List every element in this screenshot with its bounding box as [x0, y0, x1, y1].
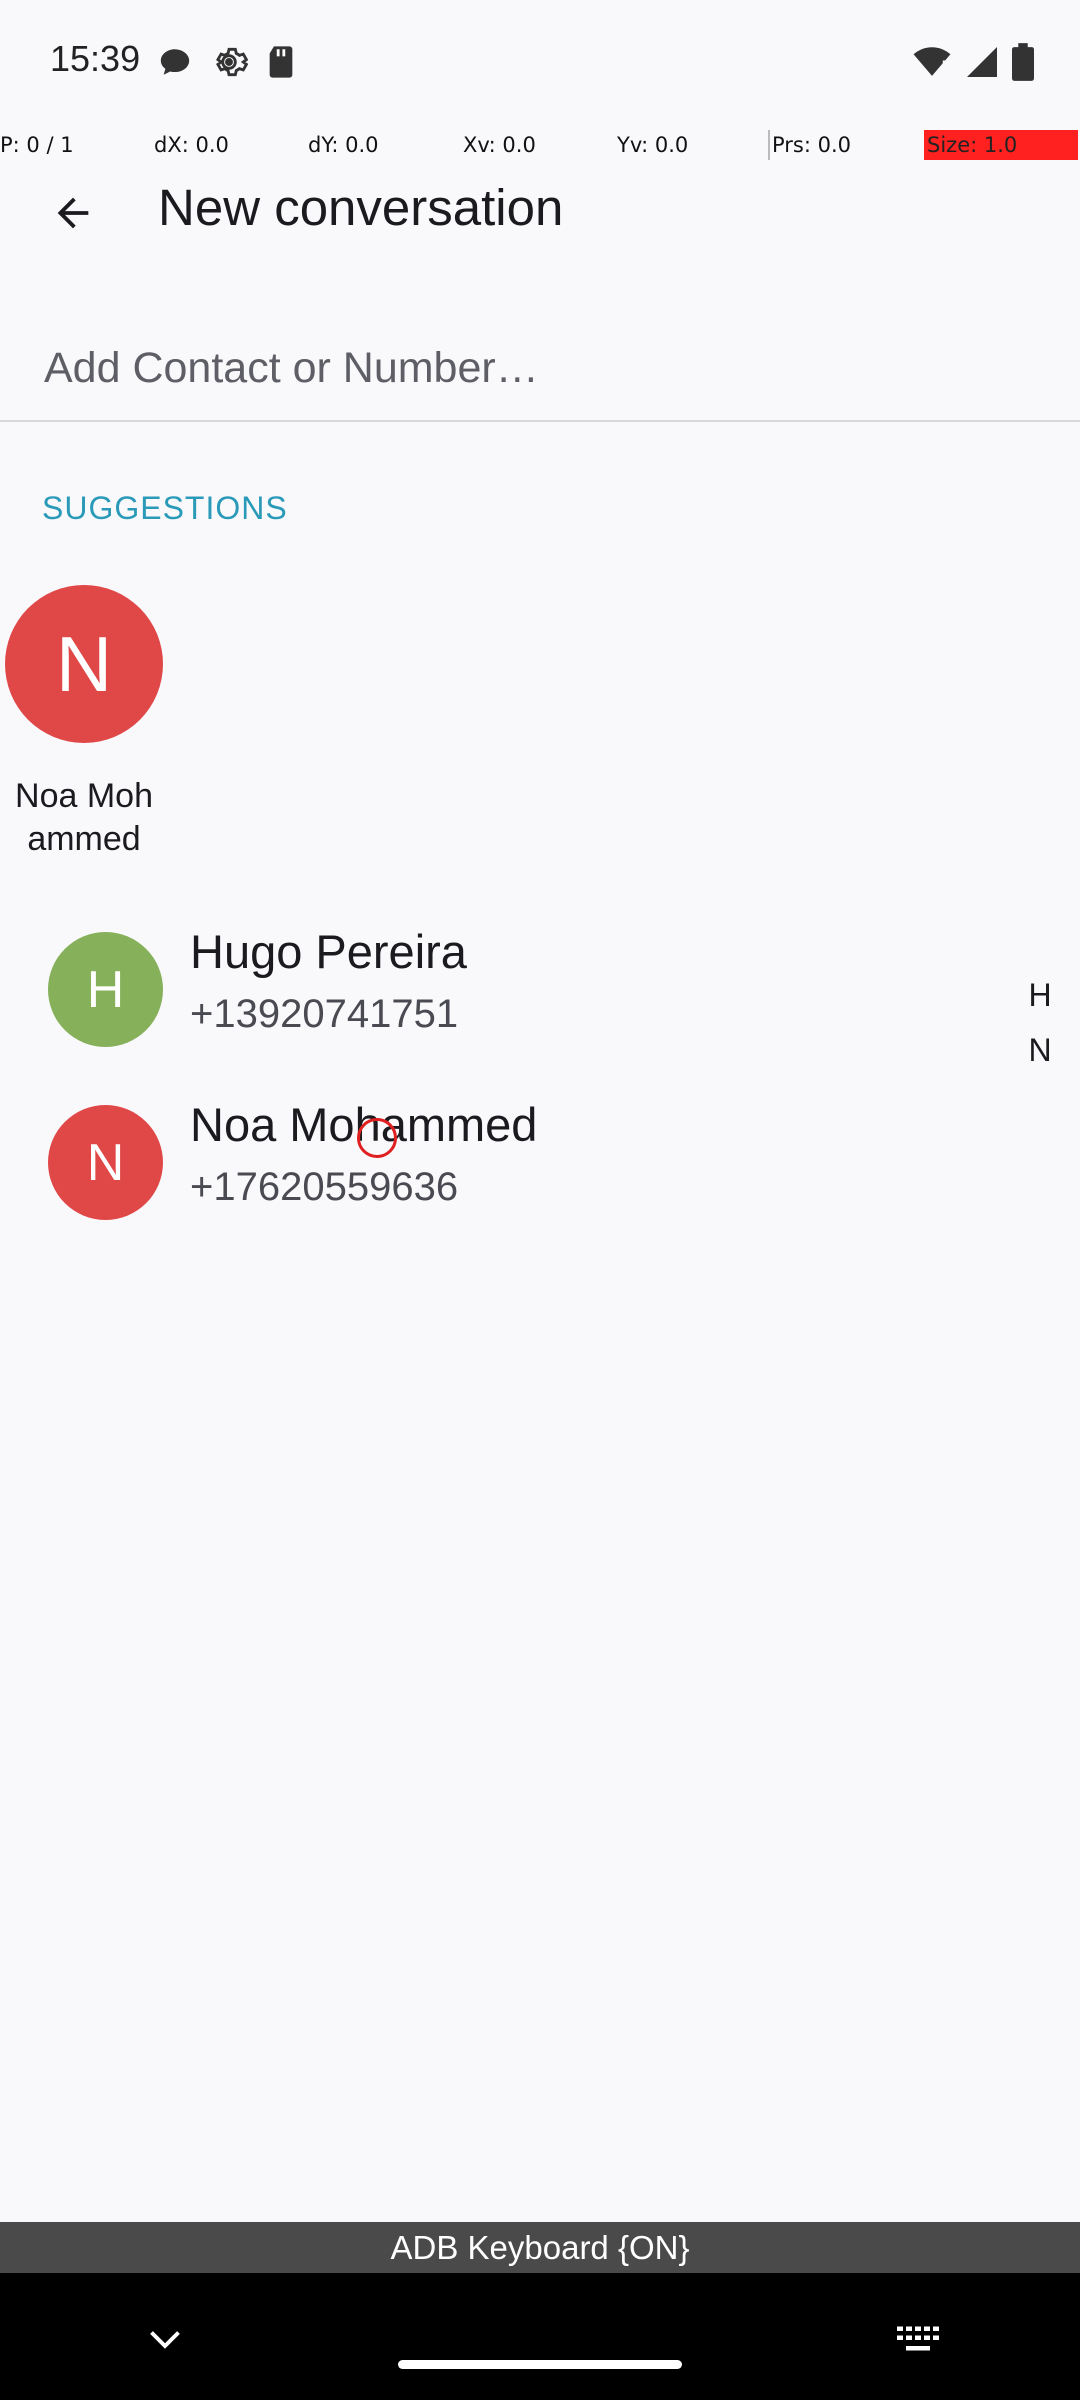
avatar: N: [5, 585, 163, 743]
system-icons: [912, 42, 1034, 82]
app-bar: New conversation: [0, 160, 1080, 272]
pointer-dy: dY: 0.0: [308, 133, 379, 157]
status-bar: 15:39: [0, 0, 1080, 130]
notification-icons: [158, 42, 296, 82]
contact-input-container: [0, 310, 1080, 422]
suggestions-header: SUGGESTIONS: [42, 490, 288, 526]
navigation-bar: [0, 2273, 1080, 2400]
screen: 15:39 P: 0 / 1 dX: 0.0 dY: 0.0 Xv: 0.0 Y…: [0, 0, 1080, 2400]
chevron-down-icon: [150, 2331, 180, 2349]
suggestion-name-line1: Noa Moh: [15, 777, 153, 815]
cell-signal-icon: [967, 47, 997, 77]
fast-scroll-letter[interactable]: H: [1020, 975, 1060, 1030]
switch-keyboard-button[interactable]: [888, 2315, 948, 2365]
fast-scroll-letter[interactable]: N: [1020, 1030, 1060, 1085]
contact-name: Hugo Pereira: [190, 925, 467, 978]
page-title: New conversation: [158, 179, 564, 236]
back-button[interactable]: [32, 172, 114, 254]
pointer-count: P: 0 / 1: [0, 133, 74, 157]
pointer-size: Size: 1.0: [924, 130, 1078, 160]
wifi-alert-icon: [913, 47, 951, 77]
battery-icon: [1012, 43, 1034, 81]
touch-indicator: [357, 1118, 397, 1158]
pointer-yv: Yv: 0.0: [617, 133, 689, 157]
settings-gear-icon: [216, 47, 248, 77]
suggestion-name: Noa Moh ammed: [0, 775, 168, 861]
suggestion-name-line2: ammed: [27, 820, 141, 858]
status-time: 15:39: [50, 38, 141, 79]
arrow-back-icon: [57, 197, 89, 229]
contact-row[interactable]: N Noa Mohammed +17620559636: [0, 1083, 1030, 1253]
pointer-dx: dX: 0.0: [154, 133, 229, 157]
contact-number: +13920741751: [190, 992, 459, 1036]
contact-number: +17620559636: [190, 1165, 459, 1209]
keyboard-banner: ADB Keyboard {ON}: [0, 2222, 1080, 2273]
avatar: H: [48, 932, 163, 1047]
suggestion-chip[interactable]: N Noa Moh ammed: [0, 580, 168, 870]
home-gesture-handle[interactable]: [398, 2360, 682, 2369]
keyboard-icon: [897, 2326, 939, 2351]
sd-card-icon: [269, 46, 293, 78]
chat-bubble-icon: [160, 49, 190, 75]
pointer-pressure: Prs: 0.0: [768, 130, 918, 160]
contact-row[interactable]: H Hugo Pereira +13920741751: [0, 910, 1030, 1080]
pointer-location-overlay: P: 0 / 1 dX: 0.0 dY: 0.0 Xv: 0.0 Yv: 0.0…: [0, 130, 1080, 160]
contact-search-input[interactable]: [42, 328, 1042, 408]
pointer-xv: Xv: 0.0: [463, 133, 536, 157]
collapse-keyboard-button[interactable]: [140, 2315, 190, 2365]
fast-scroll-index[interactable]: H N: [1020, 975, 1060, 1085]
avatar: N: [48, 1105, 163, 1220]
